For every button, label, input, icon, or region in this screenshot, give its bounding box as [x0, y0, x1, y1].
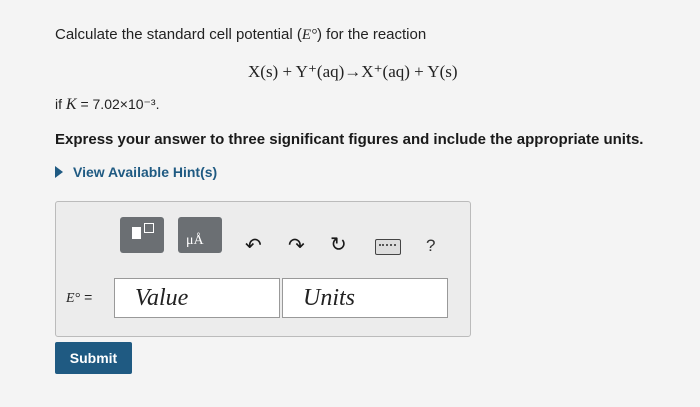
reaction-equation: X(s) + Y⁺(aq)→X⁺(aq) + Y(s)	[248, 62, 458, 81]
question-text: Calculate the standard cell potential (E…	[55, 26, 426, 44]
keyboard-icon[interactable]	[375, 239, 401, 255]
e-label-symbol: E°	[66, 291, 81, 306]
template-icon-outline	[144, 223, 154, 233]
answer-label: E° =	[66, 289, 92, 307]
value-input[interactable]: Value	[114, 278, 280, 318]
hint-label: View Available Hint(s)	[73, 164, 218, 180]
equilibrium-condition: if K = 7.02×10⁻³.	[55, 96, 159, 114]
template-button[interactable]	[120, 217, 164, 253]
condition-prefix: if	[55, 96, 66, 112]
view-hints-link[interactable]: View Available Hint(s)	[55, 164, 217, 180]
units-symbol-button[interactable]: μÅ	[178, 217, 222, 253]
k-symbol: K	[65, 96, 77, 113]
reset-icon[interactable]: ↻	[330, 232, 347, 257]
units-symbol-icon: μÅ	[186, 233, 204, 248]
undo-icon[interactable]: ↶	[245, 233, 262, 258]
instruction-text: Express your answer to three significant…	[55, 131, 644, 148]
units-input[interactable]: Units	[282, 278, 448, 318]
question-suffix: ) for the reaction	[316, 26, 427, 43]
submit-button[interactable]: Submit	[55, 342, 132, 374]
template-icon-block	[132, 227, 141, 239]
e-standard-symbol: E°	[301, 27, 317, 43]
k-value: = 7.02×10⁻³.	[76, 96, 160, 112]
caret-right-icon	[55, 166, 63, 178]
equals-sign: =	[84, 289, 93, 305]
help-icon[interactable]: ?	[426, 236, 435, 256]
question-prefix: Calculate the standard cell potential (	[55, 26, 302, 43]
redo-icon[interactable]: ↷	[288, 233, 305, 258]
